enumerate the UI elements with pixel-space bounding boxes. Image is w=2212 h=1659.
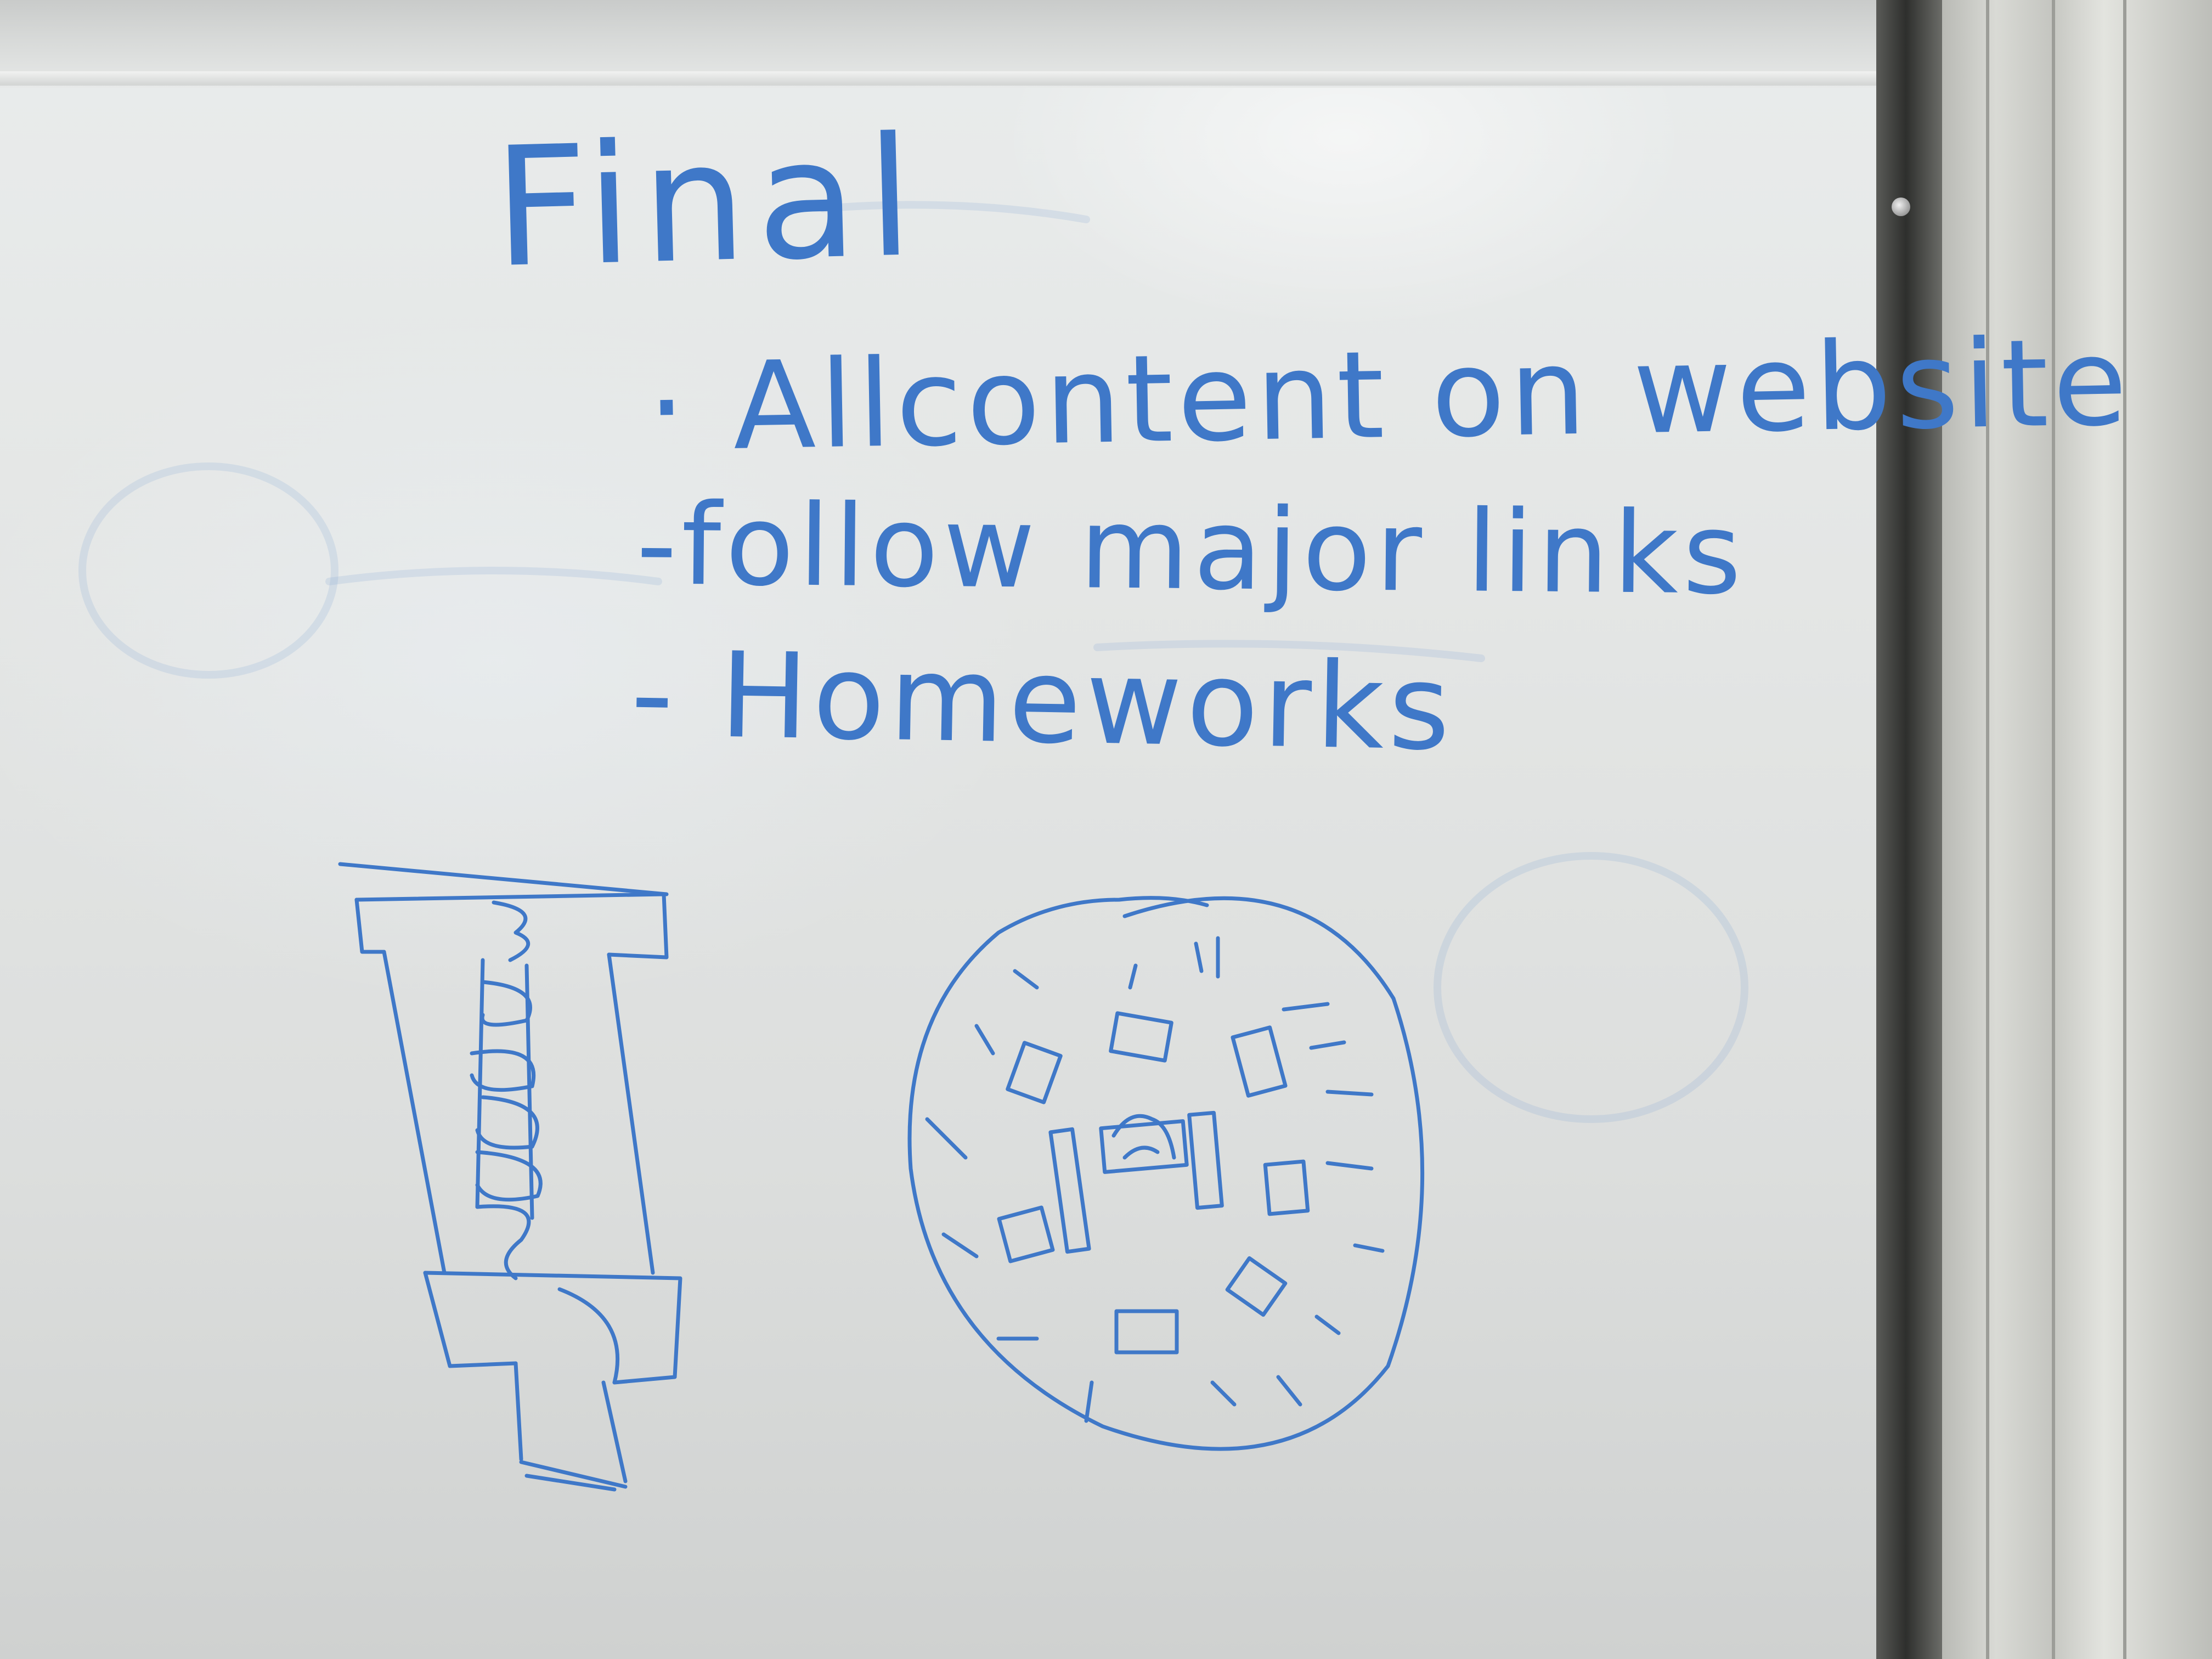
whiteboard-photo: Final · Allcontent on website -follow ma… — [0, 0, 2212, 1659]
classroom-layout-sketch — [907, 896, 1425, 1451]
